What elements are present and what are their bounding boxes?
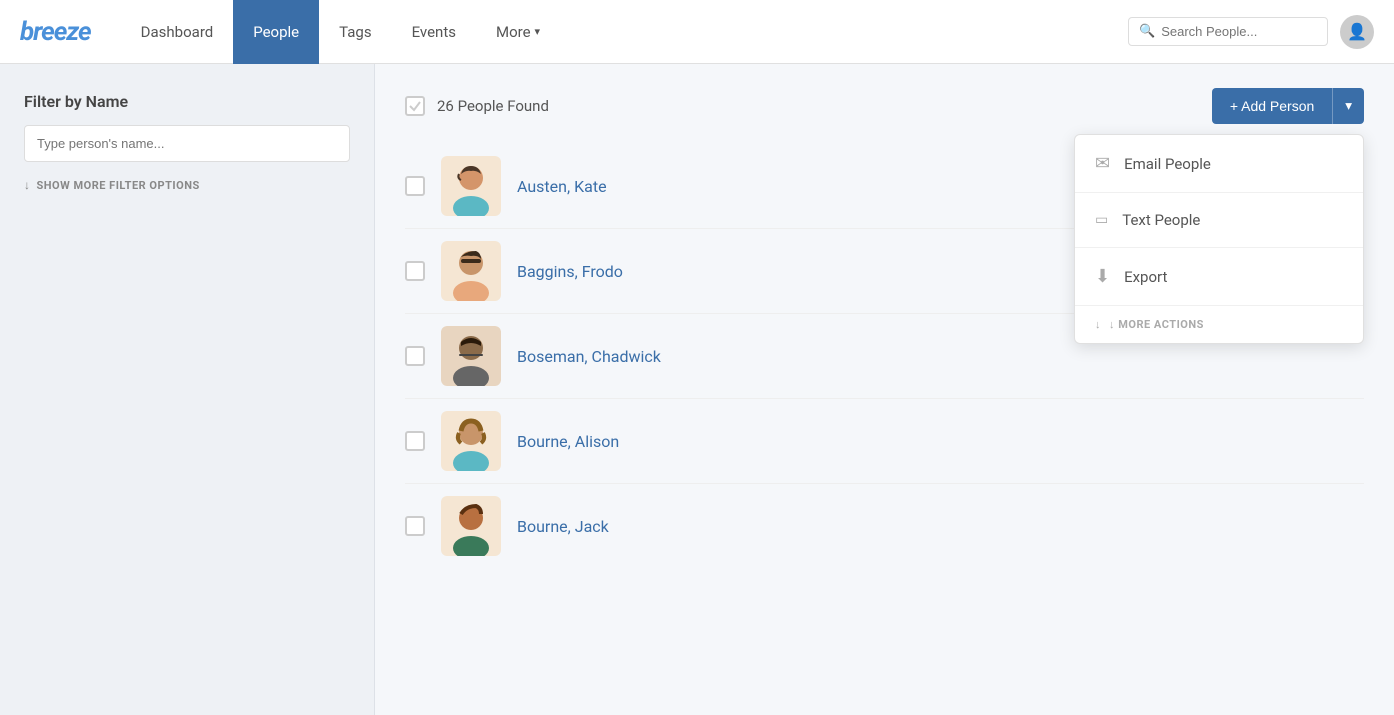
person-name[interactable]: Baggins, Frodo: [517, 262, 623, 281]
avatar[interactable]: 👤: [1340, 15, 1374, 49]
people-found: 26 People Found: [405, 96, 549, 116]
add-person-group: + Add Person ▾: [1212, 88, 1364, 124]
filter-name-input[interactable]: [24, 125, 350, 162]
main-content: 26 People Found + Add Person ▾ Austen, K…: [375, 64, 1394, 715]
nav-more[interactable]: More ▾: [476, 0, 560, 64]
person-avatar: [441, 496, 501, 556]
person-avatar: [441, 241, 501, 301]
nav-events[interactable]: Events: [392, 0, 476, 64]
nav-people[interactable]: People: [233, 0, 319, 64]
people-count-label: 26 People Found: [437, 97, 549, 115]
chevron-down-icon: ▾: [535, 25, 541, 38]
table-row: Bourne, Jack: [405, 484, 1364, 568]
add-person-dropdown-button[interactable]: ▾: [1332, 88, 1364, 124]
person-avatar: [441, 156, 501, 216]
navbar: breeze Dashboard People Tags Events More…: [0, 0, 1394, 64]
person-checkbox[interactable]: [405, 261, 425, 281]
export-item[interactable]: ⬇ Export: [1075, 248, 1363, 306]
email-people-item[interactable]: ✉ Email People: [1075, 135, 1363, 193]
person-checkbox[interactable]: [405, 431, 425, 451]
person-name[interactable]: Bourne, Jack: [517, 517, 609, 536]
page-layout: Filter by Name ↓ SHOW MORE FILTER OPTION…: [0, 64, 1394, 715]
person-avatar: [441, 411, 501, 471]
phone-icon: ▭: [1095, 212, 1108, 228]
person-name[interactable]: Bourne, Alison: [517, 432, 619, 451]
action-dropdown-panel: ✉ Email People ▭ Text People ⬇ Export ↓ …: [1074, 134, 1364, 344]
email-icon: ✉: [1095, 153, 1110, 174]
person-name[interactable]: Boseman, Chadwick: [517, 347, 661, 366]
text-people-item[interactable]: ▭ Text People: [1075, 193, 1363, 248]
table-row: Bourne, Alison: [405, 399, 1364, 484]
person-checkbox[interactable]: [405, 346, 425, 366]
show-more-filter-button[interactable]: ↓ SHOW MORE FILTER OPTIONS: [24, 178, 350, 192]
more-actions-link[interactable]: ↓ ↓ MORE ACTIONS: [1075, 306, 1363, 343]
search-box[interactable]: 🔍: [1128, 17, 1328, 46]
nav-right: 🔍 👤: [1128, 15, 1374, 49]
top-bar: 26 People Found + Add Person ▾: [405, 88, 1364, 124]
arrow-down-icon: ↓: [24, 178, 31, 192]
brand-logo[interactable]: breeze: [20, 17, 91, 47]
sidebar: Filter by Name ↓ SHOW MORE FILTER OPTION…: [0, 64, 375, 715]
search-icon: 🔍: [1139, 24, 1155, 39]
person-checkbox[interactable]: [405, 176, 425, 196]
chevron-down-icon: ▾: [1345, 98, 1352, 114]
download-icon: ⬇: [1095, 266, 1110, 287]
nav-tags[interactable]: Tags: [319, 0, 391, 64]
person-avatar: [441, 326, 501, 386]
sidebar-title: Filter by Name: [24, 92, 350, 111]
search-input[interactable]: [1161, 24, 1317, 39]
person-checkbox[interactable]: [405, 516, 425, 536]
nav-dashboard[interactable]: Dashboard: [121, 0, 234, 64]
add-person-button[interactable]: + Add Person: [1212, 88, 1332, 124]
arrow-down-icon: ↓: [1095, 318, 1101, 331]
person-name[interactable]: Austen, Kate: [517, 177, 607, 196]
nav-links: Dashboard People Tags Events More ▾: [121, 0, 1128, 64]
user-icon: 👤: [1347, 22, 1367, 41]
check-icon: [408, 99, 422, 113]
select-all-checkbox[interactable]: [405, 96, 425, 116]
